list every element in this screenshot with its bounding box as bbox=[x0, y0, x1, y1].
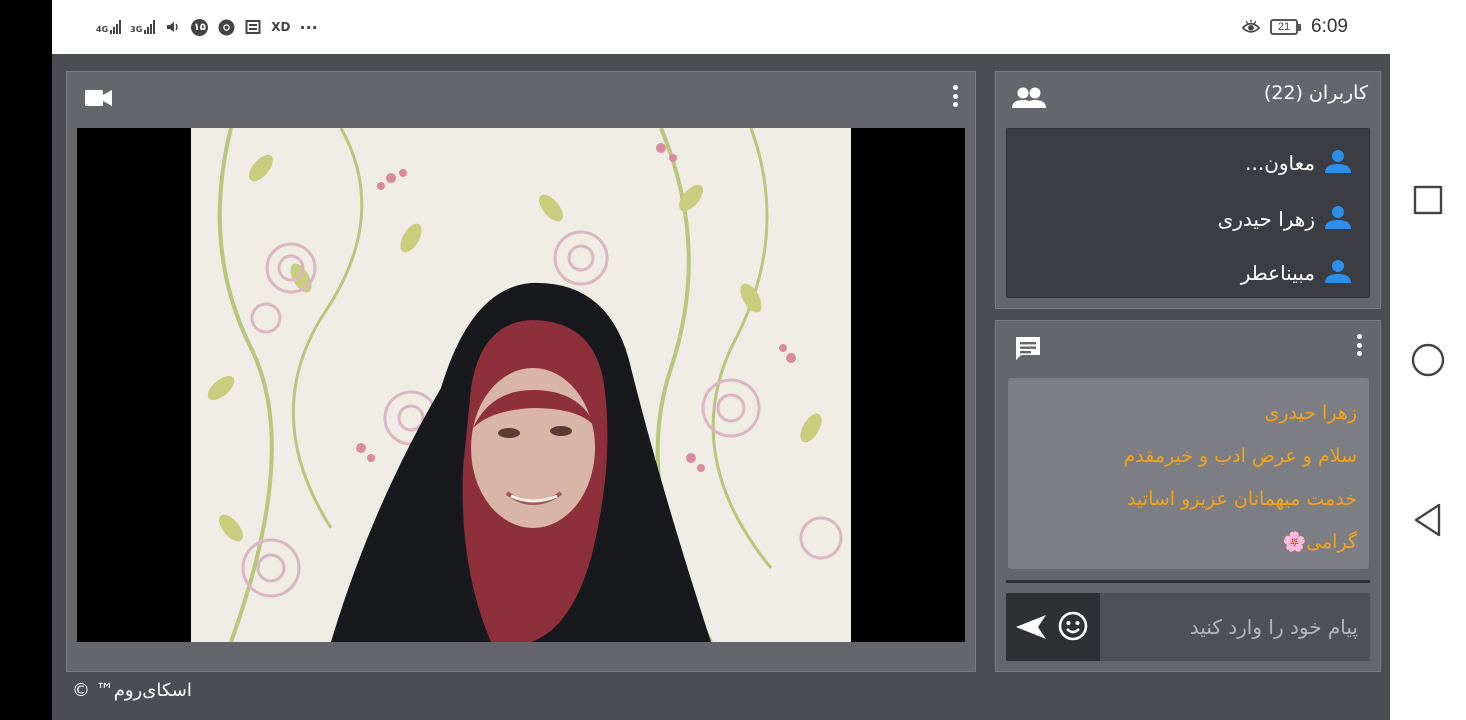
chat-panel: زهرا حیدری سلام و عرض ادب و خیرمقدم خدمت… bbox=[995, 320, 1381, 672]
square-icon bbox=[1413, 185, 1443, 215]
chrome-icon bbox=[217, 18, 235, 36]
video-stream-area bbox=[77, 128, 965, 642]
signal-bars-icon bbox=[110, 20, 122, 34]
users-panel: کاربران (22) معاون... زهرا حیدری مبیناعط… bbox=[995, 71, 1381, 309]
chat-message: زهرا حیدری سلام و عرض ادب و خیرمقدم خدمت… bbox=[1008, 378, 1369, 569]
status-bar: 4G 3G ۱۵ XD ··· 21 6:09 bbox=[52, 0, 1390, 54]
user-icon bbox=[1325, 259, 1351, 288]
back-button[interactable] bbox=[1410, 502, 1446, 538]
status-icons-right: 21 6:09 bbox=[1242, 14, 1348, 40]
user-list-item[interactable]: مبیناعطر bbox=[1241, 257, 1351, 289]
send-icon[interactable] bbox=[1014, 613, 1048, 645]
user-icon bbox=[1325, 205, 1351, 234]
battery-icon: 21 bbox=[1270, 19, 1302, 35]
recent-apps-button[interactable] bbox=[1410, 182, 1446, 218]
battery-level: 21 bbox=[1270, 19, 1299, 35]
users-list: معاون... زهرا حیدری مبیناعطر bbox=[1006, 128, 1370, 298]
webcam-feed-image bbox=[191, 128, 851, 642]
signal-1: 4G bbox=[96, 20, 122, 34]
news-icon bbox=[244, 18, 262, 36]
triangle-back-icon bbox=[1414, 503, 1441, 537]
footer-brand: اسکای‌روم™ © bbox=[72, 680, 192, 701]
notification-badge-icon: ۱۵ bbox=[191, 18, 209, 36]
skyroom-app: کاربران (22) معاون... زهرا حیدری مبیناعط… bbox=[52, 54, 1390, 720]
video-panel-header bbox=[67, 72, 975, 124]
user-list-item[interactable]: زهرا حیدری bbox=[1218, 203, 1351, 235]
chat-message-body: زهرا حیدری سلام و عرض ادب و خیرمقدم خدمت… bbox=[1020, 392, 1357, 564]
user-name: معاون... bbox=[1245, 151, 1315, 175]
chat-message-input[interactable] bbox=[1100, 593, 1370, 661]
navigation-bar bbox=[1390, 0, 1466, 720]
app-label: XD bbox=[271, 20, 291, 34]
eye-icon bbox=[1242, 18, 1261, 36]
more-notifications-icon: ··· bbox=[299, 17, 318, 37]
clock: 6:09 bbox=[1311, 16, 1348, 37]
status-icons-left: 4G 3G ۱۵ XD ··· bbox=[96, 16, 318, 38]
chat-message-line: خدمت میهمانان عزیزو اساتید bbox=[1127, 488, 1357, 510]
chat-icon bbox=[1014, 335, 1042, 367]
chat-divider bbox=[1006, 580, 1370, 583]
signal-bars-icon bbox=[144, 20, 156, 34]
more-vert-icon[interactable] bbox=[950, 82, 960, 110]
signal-2: 3G bbox=[130, 20, 156, 34]
more-vert-icon[interactable] bbox=[1354, 331, 1364, 359]
volume-icon bbox=[164, 18, 182, 36]
chat-message-author: زهرا حیدری bbox=[1264, 402, 1358, 424]
user-icon bbox=[1325, 149, 1351, 178]
emoji-icon[interactable] bbox=[1058, 611, 1088, 645]
network-type-label: 4G bbox=[96, 25, 109, 34]
user-name: مبیناعطر bbox=[1240, 261, 1315, 285]
chat-message-line: گرامی🌸 bbox=[1282, 531, 1357, 553]
chat-input-bar bbox=[1006, 593, 1370, 661]
users-panel-title: کاربران (22) bbox=[1263, 82, 1368, 104]
home-button[interactable] bbox=[1410, 342, 1446, 378]
user-name: زهرا حیدری bbox=[1217, 207, 1315, 231]
user-list-item[interactable]: معاون... bbox=[1245, 147, 1351, 179]
chat-message-line: سلام و عرض ادب و خیرمقدم bbox=[1123, 445, 1357, 467]
network-type-label: 3G bbox=[130, 25, 143, 34]
people-icon bbox=[1012, 86, 1046, 114]
video-camera-icon[interactable] bbox=[85, 88, 113, 112]
left-edge bbox=[0, 0, 52, 720]
video-panel bbox=[66, 71, 976, 672]
circle-icon bbox=[1411, 343, 1445, 377]
